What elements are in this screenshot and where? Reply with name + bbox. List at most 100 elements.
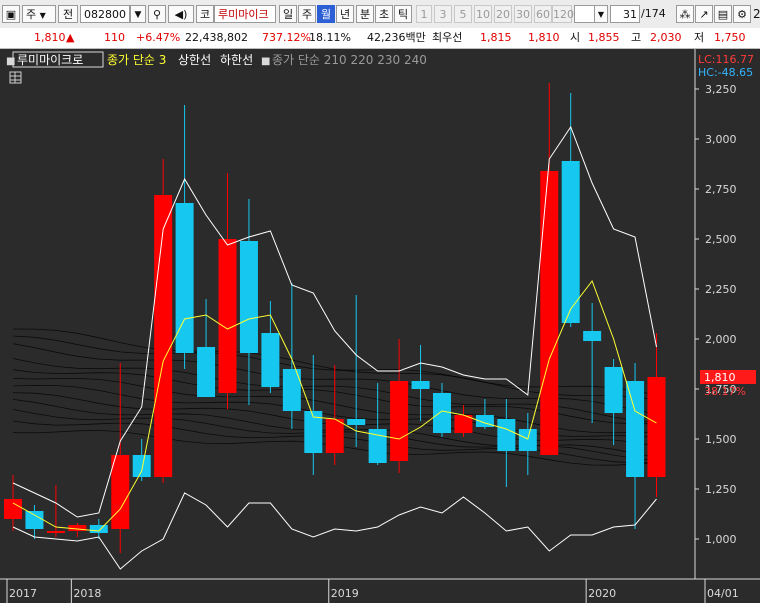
candle-down xyxy=(261,333,280,387)
y-tick-label: 1,000 xyxy=(705,533,737,546)
interval-10[interactable]: 10 xyxy=(474,5,492,23)
hc-indicator: HC:-48.65 xyxy=(698,66,753,79)
legend-bullet-icon: ■ xyxy=(261,56,270,67)
current-price: 1,810 xyxy=(34,31,66,44)
chevron-down-icon: ▼ xyxy=(39,11,46,20)
candle-down xyxy=(518,429,537,451)
page-total: /174 xyxy=(641,7,666,20)
candle-down xyxy=(197,347,216,397)
legend-bullet-icon: ■ xyxy=(6,56,15,67)
interval-120[interactable]: 120 xyxy=(552,5,574,23)
period-select[interactable]: 주 ▼ xyxy=(22,5,56,23)
interval-3[interactable]: 3 xyxy=(434,5,452,23)
candles xyxy=(4,83,666,553)
price-change: 110 xyxy=(104,31,125,44)
candle-down xyxy=(583,331,602,341)
candle-down xyxy=(25,511,44,529)
period-label: 주 xyxy=(26,8,37,21)
best-bid: 1,810 xyxy=(528,31,560,44)
quote-bar: 1,810 ▲ 110 +6.47% 22,438,802 737.12% 18… xyxy=(0,28,760,49)
candle-down xyxy=(604,367,623,413)
candle-down xyxy=(411,381,430,389)
candle-down xyxy=(497,419,516,451)
indicator-labels: LC:116.77 HC:-48.65 1,810 38.17% xyxy=(698,53,756,398)
candle-up xyxy=(540,171,559,455)
code-dropdown-icon[interactable]: ▼ xyxy=(130,5,146,23)
candle-down xyxy=(239,241,258,353)
candle-up xyxy=(218,239,237,393)
lc-indicator: LC:116.77 xyxy=(698,53,754,66)
stock-code-input[interactable]: 082800 xyxy=(80,5,130,23)
x-tick-label: 2017 xyxy=(9,587,37,600)
y-tick-label: 1,250 xyxy=(705,483,737,496)
x-axis: 2017 2018 2019 2020 04/01 xyxy=(6,579,739,603)
chart-legend: ■ 루미마이크로 종가 단순 3 상한선 하한선 ■ 종가 단순 210 220… xyxy=(6,51,427,84)
search-icon[interactable]: ⚲ xyxy=(148,5,166,23)
last-pct-label: 38.17% xyxy=(704,385,746,398)
candle-down xyxy=(89,525,108,533)
gear-icon[interactable]: ⚙ xyxy=(733,5,751,23)
page-counter-input[interactable]: 31 xyxy=(610,5,640,23)
tab-weekly[interactable]: 주 xyxy=(298,5,316,23)
x-tick-label: 04/01 xyxy=(707,587,739,600)
y-tick-label: 2,250 xyxy=(705,283,737,296)
tab-minute[interactable]: 분 xyxy=(356,5,374,23)
turnover-rate: 18.11% xyxy=(309,31,351,44)
trade-volume: 22,438,802 xyxy=(185,31,248,44)
legend-lower[interactable]: 하한선 xyxy=(220,53,253,67)
legend-ma-long[interactable]: 종가 단순 210 220 230 240 xyxy=(272,53,427,67)
candle-down xyxy=(561,161,580,323)
legend-stock-name: 루미마이크로 xyxy=(17,53,83,67)
window-menu-icon[interactable]: ▣ xyxy=(2,5,20,23)
high-label: 고 xyxy=(631,31,642,44)
x-tick-label: 2020 xyxy=(588,587,616,600)
tab-tick[interactable]: 틱 xyxy=(394,5,412,23)
legend-ma3[interactable]: 종가 단순 3 xyxy=(107,53,166,67)
candle-up xyxy=(111,455,130,529)
open-price: 1,855 xyxy=(588,31,620,44)
low-label: 저 xyxy=(694,31,705,44)
envelope-lines xyxy=(12,125,657,570)
interval-20[interactable]: 20 xyxy=(494,5,512,23)
candle-up xyxy=(325,419,344,453)
candle-down xyxy=(626,381,645,477)
save-icon[interactable]: ▤ xyxy=(714,5,732,23)
name-type-button[interactable]: 코 xyxy=(196,5,214,23)
chart-type-icon[interactable]: ⁂ xyxy=(676,5,694,23)
interval-dropdown-icon[interactable]: ▼ xyxy=(594,5,608,23)
y-axis: 1,0001,2501,5001,7502,0002,2502,5002,750… xyxy=(695,83,737,546)
candle-down xyxy=(347,419,366,425)
interval-5[interactable]: 5 xyxy=(454,5,472,23)
legend-upper[interactable]: 상한선 xyxy=(178,53,211,67)
interval-60[interactable]: 60 xyxy=(534,5,552,23)
tab-monthly[interactable]: 월 xyxy=(317,5,335,23)
volume-rate: 737.12% xyxy=(262,31,311,44)
interval-1[interactable]: 1 xyxy=(416,5,432,23)
candle-down xyxy=(433,393,451,433)
high-price: 2,030 xyxy=(650,31,682,44)
stock-name-field[interactable]: 루미마이크 xyxy=(214,5,276,23)
envelope-lower-line xyxy=(12,492,657,570)
candle-up xyxy=(4,499,22,519)
trade-amount: 42,236백만 xyxy=(367,31,426,44)
market-button[interactable]: 전 xyxy=(58,5,78,23)
tab-yearly[interactable]: 년 xyxy=(336,5,354,23)
y-tick-label: 3,000 xyxy=(705,133,737,146)
y-tick-label: 2,500 xyxy=(705,233,737,246)
tab-second[interactable]: 초 xyxy=(375,5,393,23)
up-arrow-icon: ▲ xyxy=(66,31,75,44)
tab-daily[interactable]: 일 xyxy=(279,5,297,23)
speaker-icon[interactable]: ◀) xyxy=(168,5,194,23)
x-tick-label: 2018 xyxy=(73,587,101,600)
candle-down xyxy=(132,455,151,477)
candle-up xyxy=(46,531,65,533)
x-tick-label: 2019 xyxy=(331,587,359,600)
y-tick-label: 3,250 xyxy=(705,83,737,96)
edge-label: 2 xyxy=(753,7,760,21)
candlestick-chart[interactable]: 1,0001,2501,5001,7502,0002,2502,5002,750… xyxy=(0,49,760,603)
y-tick-label: 1,500 xyxy=(705,433,737,446)
price-chart[interactable]: 1,000 1,250 1,500 1,750 2,000 2,250 2,500 2,750… xyxy=(0,49,760,603)
interval-30[interactable]: 30 xyxy=(514,5,532,23)
trend-line-icon[interactable]: ↗ xyxy=(695,5,713,23)
last-price-label: 1,810 xyxy=(704,371,736,384)
